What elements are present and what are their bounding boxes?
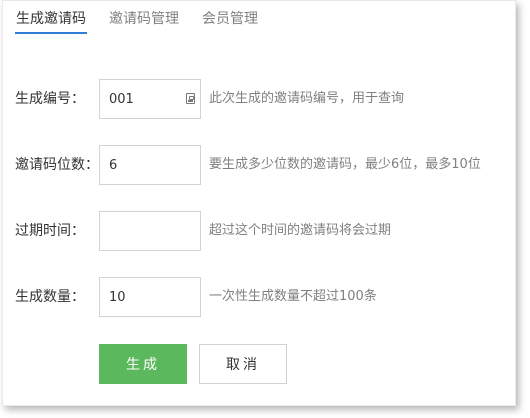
serial-label: 生成编号： (15, 91, 85, 107)
serial-input[interactable] (100, 80, 187, 118)
serial-row: 生成编号： 此次生成的邀请码编号，用于查询 (3, 79, 515, 119)
tab-invite-code-management[interactable]: 邀请码管理 (109, 10, 179, 28)
expire-hint: 超过这个时间的邀请码将会过期 (209, 223, 392, 238)
expire-row: 过期时间： 超过这个时间的邀请码将会过期 (3, 211, 515, 251)
count-label: 生成数量： (15, 289, 85, 305)
serial-hint: 此次生成的邀请码编号，用于查询 (209, 91, 405, 106)
count-input[interactable] (100, 278, 187, 316)
cancel-button[interactable]: 取消 (199, 344, 287, 384)
serial-field[interactable] (99, 79, 201, 119)
digits-hint: 要生成多少位数的邀请码，最少6位，最多10位 (209, 157, 481, 172)
digits-field[interactable] (99, 145, 201, 185)
tab-generate-invite-code[interactable]: 生成邀请码 (15, 10, 87, 34)
count-row: 生成数量： 一次性生成数量不超过100条 (3, 277, 515, 317)
digits-input[interactable] (100, 146, 187, 184)
generate-button[interactable]: 生成 (99, 344, 187, 384)
count-hint: 一次性生成数量不超过100条 (209, 289, 377, 304)
digits-label: 邀请码位数： (15, 157, 99, 173)
expire-input[interactable] (100, 212, 187, 250)
digits-row: 邀请码位数： 要生成多少位数的邀请码，最少6位，最多10位 (3, 145, 515, 185)
contact-card-icon[interactable] (186, 93, 195, 104)
tab-bar: 生成邀请码 邀请码管理 会员管理 (3, 1, 515, 35)
tab-member-management[interactable]: 会员管理 (202, 10, 258, 28)
expire-field[interactable] (99, 211, 201, 251)
count-field[interactable] (99, 277, 201, 317)
invite-code-panel: 生成邀请码 邀请码管理 会员管理 生成编号： 此次生成的邀请码编号，用于查询 邀… (2, 0, 516, 406)
expire-label: 过期时间： (15, 223, 85, 239)
